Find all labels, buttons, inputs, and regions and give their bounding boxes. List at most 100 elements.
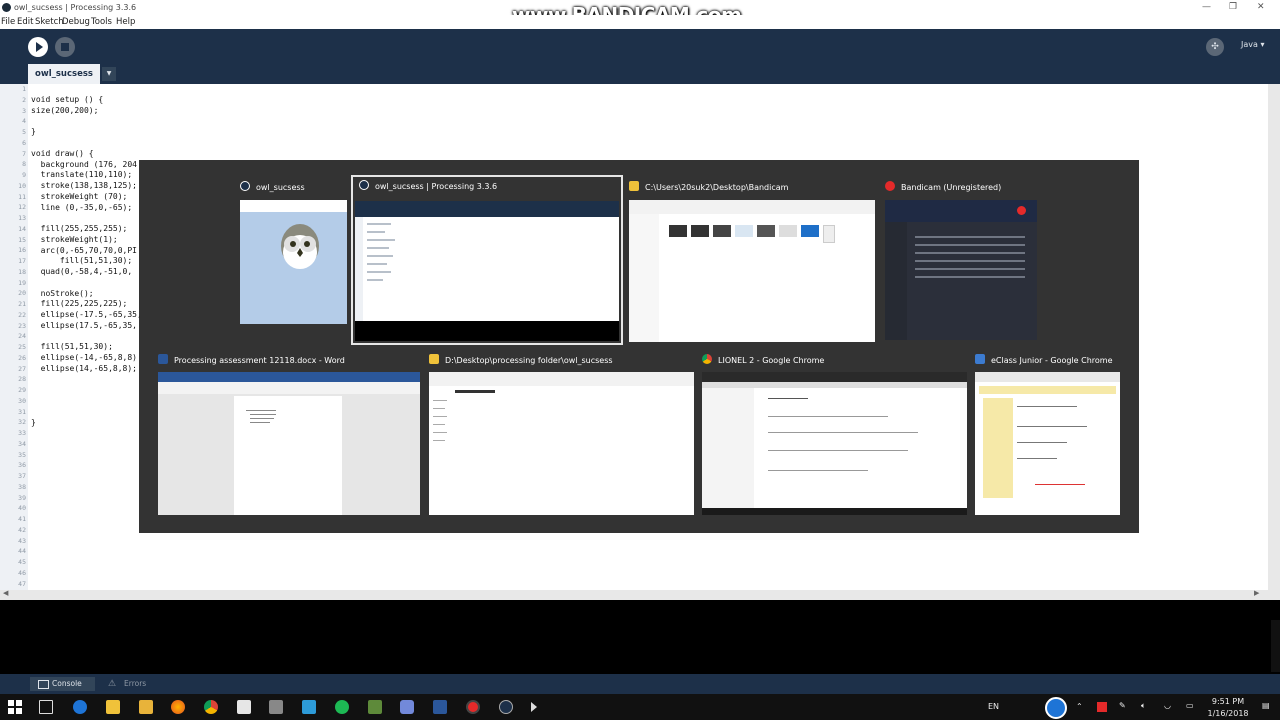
code-line[interactable]: line (0,-35,0,-65);	[31, 203, 142, 214]
code-line[interactable]: quad(0,-58,4,-51,0,	[31, 267, 142, 278]
code-line[interactable]: void setup () {	[31, 95, 142, 106]
switcher-item-owl-sketch[interactable]: owl_sucsess	[240, 180, 348, 325]
code-line[interactable]: stroke(138,138,125);	[31, 181, 142, 192]
horizontal-scrollbar[interactable]: ◀ ▶	[0, 589, 1280, 600]
line-number: 6	[22, 138, 26, 147]
scroll-right-icon[interactable]: ▶	[1254, 589, 1259, 597]
volume-icon[interactable]: 🔈︎	[1141, 701, 1146, 711]
switcher-item-word[interactable]: Processing assessment 12118.docx - Word	[158, 353, 423, 518]
file-explorer-icon[interactable]	[106, 700, 120, 714]
code-line[interactable]	[31, 375, 142, 386]
clock-date[interactable]: 1/16/2018	[1206, 709, 1250, 718]
firefox-icon[interactable]	[171, 700, 185, 714]
code-line[interactable]: ellipse(14,-65,8,8);	[31, 364, 142, 375]
word-icon[interactable]	[433, 700, 447, 714]
line-number: 46	[18, 568, 26, 577]
code-line[interactable]: strokeWeight (70);	[31, 192, 142, 203]
code-line[interactable]: background (176, 204	[31, 160, 142, 171]
maximize-button[interactable]: ❐	[1229, 0, 1237, 15]
menu-tools[interactable]: Tools	[91, 15, 112, 29]
menu-help[interactable]: Help	[116, 15, 135, 29]
mail-icon[interactable]	[237, 700, 251, 714]
tab-owl-sucsess[interactable]: owl_sucsess	[28, 64, 100, 84]
code-line[interactable]: noStroke();	[31, 289, 142, 300]
minecraft-icon[interactable]	[368, 700, 382, 714]
start-windows-icon[interactable]	[8, 700, 22, 714]
tools-icon[interactable]	[269, 700, 283, 714]
switcher-item-processing-ide[interactable]: owl_sucsess | Processing 3.3.6	[351, 175, 623, 347]
switcher-item-owl-folder[interactable]: D:\Desktop\processing folder\owl_sucsess	[429, 353, 697, 518]
switcher-item-lionel-chrome[interactable]: LIONEL 2 - Google Chrome	[702, 353, 970, 518]
close-button[interactable]: ✕	[1257, 0, 1265, 15]
chrome-icon[interactable]	[204, 700, 218, 714]
edge-icon[interactable]	[73, 700, 87, 714]
menu-file[interactable]: File	[1, 15, 15, 29]
word-icon	[158, 354, 168, 364]
line-number: 29	[18, 386, 26, 394]
switcher-item-bandicam-folder[interactable]: C:\Users\20suk2\Desktop\Bandicam	[629, 180, 879, 345]
play-icon[interactable]	[531, 702, 537, 712]
code-line[interactable]	[31, 396, 142, 407]
help-icon[interactable]	[1045, 697, 1067, 719]
code-line[interactable]	[31, 385, 142, 396]
code-line[interactable]	[31, 407, 142, 418]
code-line[interactable]: fill(255,255,255);	[31, 224, 142, 235]
code-line[interactable]	[31, 332, 142, 343]
battery-icon[interactable]: ▭	[1186, 701, 1194, 710]
vertical-scrollbar[interactable]	[1268, 84, 1280, 590]
switcher-item-eclass-chrome[interactable]: eClass Junior - Google Chrome	[975, 353, 1125, 518]
processing-icon[interactable]	[499, 700, 513, 714]
menu-debug[interactable]: Debug	[62, 15, 90, 29]
console-scrollbar[interactable]	[1271, 620, 1280, 672]
windows-taskbar	[0, 694, 1280, 720]
language-indicator[interactable]: EN	[988, 702, 999, 711]
code-line[interactable]: ellipse(-17.5,-65,35,	[31, 310, 142, 321]
stop-button[interactable]	[55, 37, 75, 57]
code-line[interactable]: }	[31, 127, 142, 138]
code-line[interactable]	[31, 138, 142, 149]
code-line[interactable]	[31, 213, 142, 224]
bandicam-icon[interactable]	[466, 700, 480, 714]
switcher-item-title: owl_sucsess	[240, 180, 305, 196]
scroll-left-icon[interactable]: ◀	[3, 589, 8, 597]
tab-menu-arrow[interactable]: ▼	[102, 67, 116, 81]
line-number: 16	[18, 246, 26, 255]
task-switcher: owl_sucsess owl_sucsess | Processing 3.3…	[139, 160, 1139, 533]
network-icon[interactable]: ◡	[1164, 701, 1171, 710]
code-text[interactable]: void setup () {size(200,200);} void draw(…	[31, 95, 142, 428]
bandicam-tray-icon[interactable]	[1097, 702, 1107, 712]
butterfly-icon[interactable]: ✣	[1206, 38, 1224, 56]
code-line[interactable]: void draw() {	[31, 149, 142, 160]
menu-edit[interactable]: Edit	[17, 15, 33, 29]
line-numbers: 1 2 3 4 5 6 7 8 9 10 11 12 13 14 15 16 17 18 19 20 21 22 23 24 2…	[4, 84, 26, 589]
mode-selector[interactable]: Java ▾	[1241, 40, 1264, 49]
switcher-item-bandicam-app[interactable]: Bandicam (Unregistered)	[885, 180, 1045, 345]
code-line[interactable]: ellipse(17.5,-65,35,	[31, 321, 142, 332]
code-line[interactable]: ellipse(-14,-65,8,8)	[31, 353, 142, 364]
code-line[interactable]	[31, 278, 142, 289]
code-line[interactable]	[31, 117, 142, 128]
minimize-button[interactable]: —	[1202, 0, 1211, 15]
console-tab[interactable]: Console	[30, 677, 95, 691]
discord-icon[interactable]	[400, 700, 414, 714]
code-line[interactable]: size(200,200);	[31, 106, 142, 117]
errors-tab[interactable]: Errors	[106, 677, 146, 691]
code-line[interactable]: }	[31, 418, 142, 429]
spotify-icon[interactable]	[335, 700, 349, 714]
code-line[interactable]: fill(225,225,225);	[31, 299, 142, 310]
show-hidden-icons-icon[interactable]: ⌃	[1076, 702, 1083, 711]
run-button[interactable]	[28, 37, 48, 57]
code-line[interactable]: arc(0,-65,70,70,0,PI	[31, 246, 142, 257]
photoshop-icon[interactable]	[302, 700, 316, 714]
code-line[interactable]: fill(51,51,30);	[31, 342, 142, 353]
notifications-icon[interactable]: ▤	[1262, 701, 1270, 710]
menu-sketch[interactable]: Sketch	[35, 15, 64, 29]
task-view-icon[interactable]	[39, 700, 53, 714]
store-icon[interactable]	[139, 700, 153, 714]
line-number: 32	[18, 418, 26, 427]
pen-icon[interactable]: ✎	[1119, 701, 1126, 710]
code-line[interactable]: fill(51,51,30);	[31, 256, 142, 267]
clock-time[interactable]: 9:51 PM	[1211, 697, 1245, 706]
code-line[interactable]: strokeWeight(1);	[31, 235, 142, 246]
code-line[interactable]: translate(110,110);	[31, 170, 142, 181]
